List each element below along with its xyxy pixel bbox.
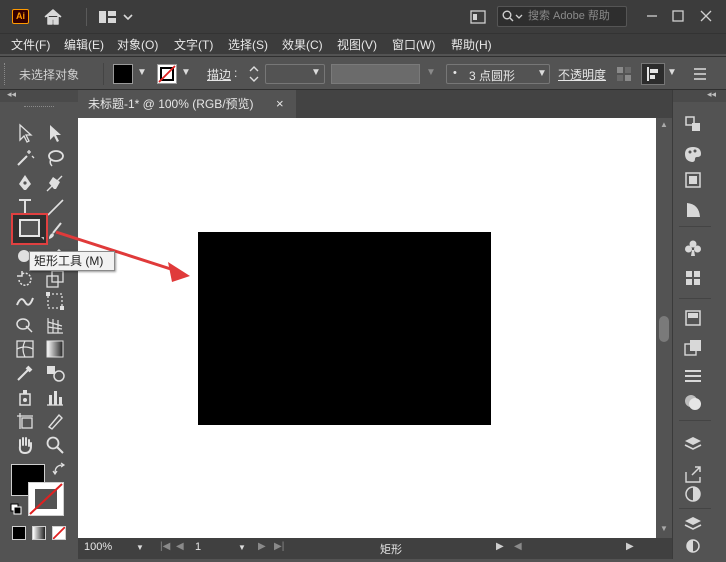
pathfinder-panel-icon[interactable] (683, 392, 703, 412)
current-tool-name: 矩形 (380, 544, 402, 556)
swatches-panel-icon[interactable] (683, 268, 703, 288)
hscroll-right-icon[interactable]: ▶ (626, 541, 634, 552)
status-bar: 100% ▼ |◀ ◀ 1 ▼ ▶ ▶| 矩形 ▶ ◀ ▶ (78, 538, 672, 559)
hscroll-left-icon[interactable]: ◀ (514, 541, 522, 552)
expand-dock-icon[interactable]: ◂◂ (707, 89, 716, 100)
stroke-panel-icon[interactable] (683, 308, 703, 328)
next-artboard-icon[interactable]: ▶ (258, 541, 266, 552)
color-guide-panel-icon[interactable] (683, 170, 703, 190)
transform-panel-icon[interactable] (683, 114, 703, 134)
symbols-panel-icon[interactable] (683, 238, 703, 258)
dock-header: ◂◂ (673, 89, 726, 102)
transparency-panel-icon[interactable] (683, 338, 703, 358)
gradient-panel-icon[interactable] (683, 200, 703, 220)
annotation-arrow (55, 230, 190, 282)
zoom-chevron-icon[interactable]: ▼ (136, 543, 144, 552)
last-artboard-icon[interactable]: ▶| (274, 541, 284, 552)
export-panel-icon[interactable] (683, 464, 703, 484)
artboard-chevron-icon[interactable]: ▼ (238, 543, 246, 552)
color-panel-icon[interactable] (683, 144, 703, 164)
right-panel-dock: ◂◂ (672, 89, 726, 559)
first-artboard-icon[interactable]: |◀ (160, 541, 170, 552)
libraries-panel-icon[interactable] (683, 514, 703, 534)
zoom-level[interactable]: 100% (84, 541, 112, 553)
asset-export-panel-icon[interactable] (683, 536, 703, 556)
align-panel-icon[interactable] (683, 366, 703, 386)
artboard-number[interactable]: 1 (195, 541, 201, 553)
layers-panel-icon[interactable] (683, 434, 703, 454)
tooltip-text: 矩形工具 (M) (34, 254, 104, 268)
prev-artboard-icon[interactable]: ◀ (176, 541, 184, 552)
tool-tooltip: 矩形工具 (M) (29, 251, 115, 271)
appearance-panel-icon[interactable] (683, 484, 703, 504)
status-menu-icon[interactable]: ▶ (496, 541, 504, 552)
